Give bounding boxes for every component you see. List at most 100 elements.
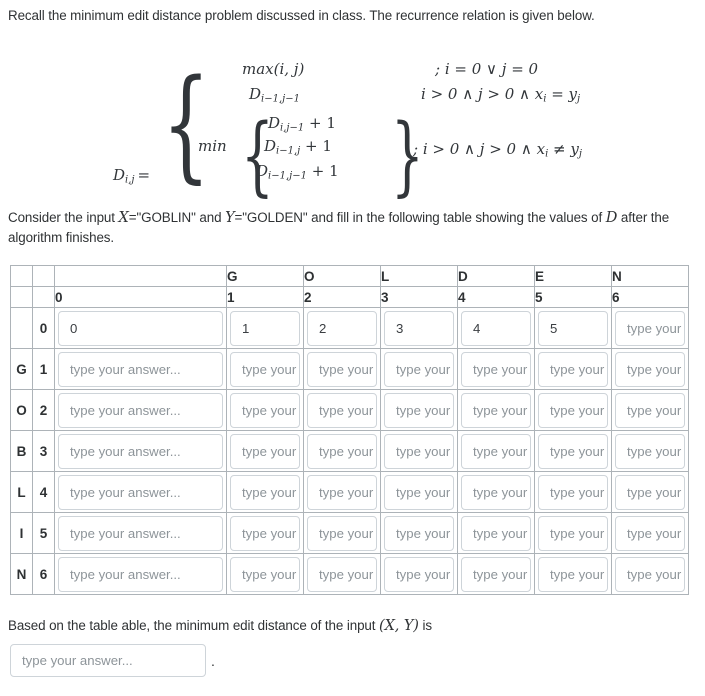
table-cell: type your answer... — [611, 348, 689, 390]
answer-input-r6-c2[interactable]: type your answer... — [307, 556, 377, 592]
min-term-3-tail: + 1 — [307, 162, 339, 180]
row-number-2: 2 — [32, 389, 55, 431]
answer-input-r2-c4[interactable]: type your answer... — [461, 392, 531, 428]
row-letter-5: I — [10, 512, 33, 554]
min-cond-tail: ≠ y — [548, 140, 579, 158]
table-cell: type your answer... — [54, 553, 227, 595]
min-term-2-tail: + 1 — [300, 137, 332, 155]
answer-input-r4-c3[interactable]: type your answer... — [384, 474, 454, 510]
answer-input-r4-c1[interactable]: type your answer... — [230, 474, 300, 510]
answer-input-r4-c4[interactable]: type your answer... — [461, 474, 531, 510]
final-answer-row: type your answer... . — [10, 644, 215, 677]
answer-input-r4-c5[interactable]: type your answer... — [538, 474, 608, 510]
formula-lhs-subscript: i,j — [125, 174, 135, 186]
answer-input-r3-c5[interactable]: type your answer... — [538, 433, 608, 469]
answer-input-r1-c2[interactable]: type your answer... — [307, 351, 377, 387]
table-cell: type your answer... — [380, 348, 458, 390]
answer-input-r6-c0[interactable]: type your answer... — [58, 556, 223, 592]
final-answer-input[interactable]: type your answer... — [10, 644, 206, 677]
table-cell: type your answer... — [54, 471, 227, 513]
answer-input-r4-c2[interactable]: type your answer... — [307, 474, 377, 510]
answer-input-r6-c3[interactable]: type your answer... — [384, 556, 454, 592]
answer-input-r0-c0[interactable]: 0 — [58, 310, 223, 346]
recurrence-formula: Di,j = { max(i, j) ; i = 0 ∨ j = 0 Di−1,j… — [0, 52, 705, 205]
answer-input-r5-c1[interactable]: type your answer... — [230, 515, 300, 551]
column-letter-1 — [32, 265, 55, 287]
formula-left-hand-side: Di,j = — [113, 166, 150, 186]
answer-input-r2-c2[interactable]: type your answer... — [307, 392, 377, 428]
min-term-1-base: D — [268, 114, 281, 132]
min-term-2-base: D — [264, 137, 277, 155]
answer-input-r0-c5[interactable]: 5 — [538, 310, 608, 346]
column-letter-4: O — [303, 265, 381, 287]
table-row: N6type your answer...type your answer...… — [10, 553, 689, 595]
column-number-5: 3 — [380, 286, 458, 308]
answer-input-r2-c1[interactable]: type your answer... — [230, 392, 300, 428]
answer-input-r5-c3[interactable]: type your answer... — [384, 515, 454, 551]
answer-input-r3-c1[interactable]: type your answer... — [230, 433, 300, 469]
answer-input-r5-c6[interactable]: type your answer... — [615, 515, 685, 551]
answer-input-r0-c2[interactable]: 2 — [307, 310, 377, 346]
row-letter-3: B — [10, 430, 33, 472]
answer-input-r2-c3[interactable]: type your answer... — [384, 392, 454, 428]
table-cell: type your answer... — [457, 430, 535, 472]
table-cell: type your answer... — [54, 430, 227, 472]
answer-input-r1-c3[interactable]: type your answer... — [384, 351, 454, 387]
row-letter-2: O — [10, 389, 33, 431]
table-cell: type your answer... — [534, 348, 612, 390]
table-row: G1type your answer...type your answer...… — [10, 348, 689, 390]
formula-case-2-expression: Di−1,j−1 — [249, 85, 300, 105]
answer-input-r6-c1[interactable]: type your answer... — [230, 556, 300, 592]
answer-input-r1-c1[interactable]: type your answer... — [230, 351, 300, 387]
table-cell: type your answer... — [226, 471, 304, 513]
table-cell: 0 — [54, 307, 227, 349]
answer-input-r6-c6[interactable]: type your answer... — [615, 556, 685, 592]
min-label: min — [198, 137, 227, 155]
answer-input-r6-c5[interactable]: type your answer... — [538, 556, 608, 592]
answer-input-r2-c5[interactable]: type your answer... — [538, 392, 608, 428]
answer-input-r0-c4[interactable]: 4 — [461, 310, 531, 346]
answer-input-r2-c6[interactable]: type your answer... — [615, 392, 685, 428]
answer-input-r0-c3[interactable]: 3 — [384, 310, 454, 346]
answer-input-r5-c4[interactable]: type your answer... — [461, 515, 531, 551]
answer-input-r6-c4[interactable]: type your answer... — [461, 556, 531, 592]
table-cell: type your answer... — [303, 389, 381, 431]
answer-input-r4-c6[interactable]: type your answer... — [615, 474, 685, 510]
consider-paragraph: Consider the input X="GOBLIN" and Y="GOL… — [8, 208, 698, 247]
table-cell: type your answer... — [534, 389, 612, 431]
answer-input-r1-c4[interactable]: type your answer... — [461, 351, 531, 387]
column-letter-3: G — [226, 265, 304, 287]
answer-input-r0-c1[interactable]: 1 — [230, 310, 300, 346]
consider-var-y: Y — [225, 210, 235, 226]
min-cond-tail-sub: j — [578, 148, 582, 160]
answer-input-r3-c6[interactable]: type your answer... — [615, 433, 685, 469]
min-term-3-base: D — [256, 162, 269, 180]
answer-input-r4-c0[interactable]: type your answer... — [58, 474, 223, 510]
table-cell: type your answer... — [380, 389, 458, 431]
answer-input-r3-c2[interactable]: type your answer... — [307, 433, 377, 469]
row-number-4: 4 — [32, 471, 55, 513]
answer-input-r0-c6[interactable]: type your answer... — [615, 310, 685, 346]
min-term-2: Di−1,j + 1 — [264, 137, 332, 157]
row-letter-0 — [10, 307, 33, 349]
formula-case-1-condition: ; i = 0 ∨ j = 0 — [435, 60, 539, 78]
answer-input-r2-c0[interactable]: type your answer... — [58, 392, 223, 428]
formula-case-2-cond-tail: = y — [546, 85, 578, 103]
answer-input-r5-c0[interactable]: type your answer... — [58, 515, 223, 551]
answer-input-r5-c5[interactable]: type your answer... — [538, 515, 608, 551]
table-cell: type your answer... — [226, 512, 304, 554]
table-cell: type your answer... — [380, 430, 458, 472]
min-term-2-subscript: i−1,j — [276, 145, 301, 157]
column-letter-6: D — [457, 265, 535, 287]
answer-input-r3-c4[interactable]: type your answer... — [461, 433, 531, 469]
min-term-1-subscript: i,j−1 — [280, 122, 305, 134]
min-term-1-tail: + 1 — [304, 114, 336, 132]
min-term-3-subscript: i−1,j−1 — [268, 170, 307, 182]
answer-input-r3-c3[interactable]: type your answer... — [384, 433, 454, 469]
answer-input-r1-c0[interactable]: type your answer... — [58, 351, 223, 387]
answer-input-r1-c5[interactable]: type your answer... — [538, 351, 608, 387]
table-cell: type your answer... — [457, 512, 535, 554]
answer-input-r3-c0[interactable]: type your answer... — [58, 433, 223, 469]
answer-input-r5-c2[interactable]: type your answer... — [307, 515, 377, 551]
answer-input-r1-c6[interactable]: type your answer... — [615, 351, 685, 387]
